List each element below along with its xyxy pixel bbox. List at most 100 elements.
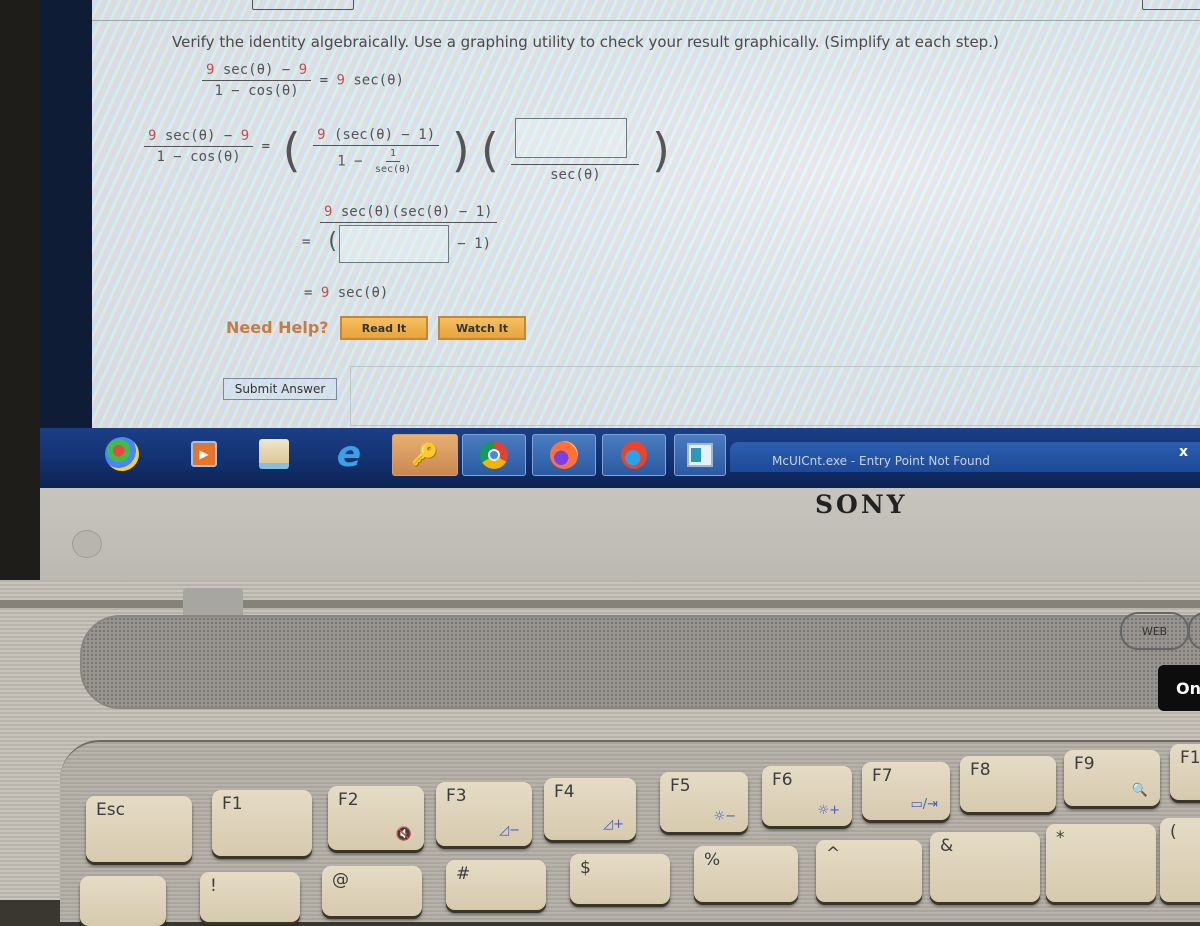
key-f9[interactable]: F9 🔍 [1064, 750, 1160, 806]
volume-down-icon: ◿− [499, 823, 520, 838]
media-player-icon: ▶ [191, 441, 217, 467]
key-8[interactable]: * [1046, 824, 1156, 902]
close-icon[interactable]: x [1179, 444, 1188, 460]
brightness-down-icon: ☼− [713, 809, 736, 824]
windows-taskbar: ▶ e 🔑 McUICnt.exe - Entry Point Not Foun… [40, 428, 1200, 488]
inner-den: sec(θ) [374, 163, 412, 175]
denominator: 1 − cos(θ) [156, 149, 241, 165]
watch-it-button[interactable]: Watch It [438, 316, 526, 340]
factor2-numerator-answer-box[interactable] [515, 118, 628, 158]
inner-fraction: 1 sec(θ) [371, 148, 415, 175]
const: 9 [298, 62, 308, 78]
firefox-dev-icon [621, 441, 647, 469]
inner-num: 1 [386, 148, 401, 162]
media-player-button[interactable]: ▶ [180, 434, 228, 474]
den-lead: 1 − [337, 153, 363, 169]
key-label: Esc [96, 800, 125, 820]
notification-title: McUICnt.exe - Entry Point Not Found [772, 454, 990, 468]
webassign-page: Verify the identity algebraically. Use a… [92, 0, 1200, 430]
key-f8[interactable]: F8 [960, 756, 1056, 812]
submit-feedback-area [350, 366, 1200, 426]
read-it-button[interactable]: Read It [340, 316, 428, 340]
key-3[interactable]: # [446, 860, 546, 910]
key-f7[interactable]: F7 ▭/⇥ [862, 762, 950, 820]
key-label: F8 [970, 760, 991, 780]
equals-sign: = [304, 285, 313, 301]
key-esc[interactable]: Esc [86, 796, 192, 862]
key-label: F5 [670, 776, 691, 796]
key-f2[interactable]: F2 🔇 [328, 786, 424, 850]
coef: 9 [317, 126, 326, 143]
top-button-right[interactable] [1142, 0, 1200, 10]
need-help-label: Need Help? [226, 318, 329, 337]
identity-lhs-fraction: 9 sec(θ) − 9 1 − cos(θ) [202, 62, 312, 99]
key-label: ^ [826, 844, 841, 864]
firefox-dev-button[interactable] [602, 434, 666, 476]
top-button-left[interactable] [252, 0, 354, 10]
key-1[interactable]: ! [200, 872, 300, 922]
submit-answer-button[interactable]: Submit Answer [223, 378, 337, 400]
key-9[interactable]: ( [1160, 818, 1200, 902]
keys-icon: 🔑 [411, 442, 439, 468]
action-center-button[interactable] [674, 434, 726, 476]
num-mid: sec(θ) − [156, 128, 241, 144]
key-f4[interactable]: F4 ◿+ [544, 778, 636, 840]
key-2[interactable]: @ [322, 866, 422, 916]
sony-logo: SONY [815, 490, 908, 519]
key-label: & [940, 836, 954, 856]
step1-rhs: ( 9 (sec(θ) − 1) 1 − 1 sec(θ) )( sec(θ) ) [277, 118, 676, 183]
volume-up-icon: ◿+ [603, 817, 624, 832]
key-label: F1 [222, 794, 243, 814]
key-label: ! [210, 876, 217, 896]
windows-logo-icon [105, 437, 139, 471]
chrome-icon [480, 441, 508, 469]
key-7[interactable]: & [930, 832, 1040, 902]
rhs-rest: sec(θ) [344, 72, 404, 89]
key-5[interactable]: % [694, 846, 798, 902]
action-center-icon [687, 443, 713, 467]
key-label: F6 [772, 770, 793, 790]
factor1-fraction: 9 (sec(θ) − 1) 1 − 1 sec(θ) [313, 126, 440, 175]
equals-sign: = [261, 138, 271, 155]
keys-app-button[interactable]: 🔑 [392, 434, 458, 476]
key-f5[interactable]: F5 ☼− [660, 772, 748, 832]
step2-denominator-answer-box[interactable] [338, 225, 449, 263]
step2-fraction: 9 sec(θ)(sec(θ) − 1) ( − 1) [320, 204, 497, 263]
key-f3[interactable]: F3 ◿− [436, 782, 532, 846]
web-button[interactable]: WEB [1120, 612, 1189, 650]
chrome-button[interactable] [462, 434, 526, 476]
key-label: # [456, 864, 471, 884]
firefox-icon [550, 441, 578, 469]
display-switch-icon: ▭/⇥ [910, 797, 938, 812]
num-rest: (sec(θ) − 1) [325, 126, 436, 143]
key-label: F9 [1074, 754, 1095, 774]
key-label: F4 [554, 782, 575, 802]
key-6[interactable]: ^ [816, 840, 922, 902]
key-f1[interactable]: F1 [212, 790, 312, 856]
start-button[interactable] [98, 434, 146, 474]
key-f10[interactable]: F10 [1170, 744, 1200, 800]
key-backtick[interactable] [80, 876, 166, 926]
folder-icon [259, 439, 289, 469]
hinge [0, 600, 1200, 608]
page-top-bar [92, 0, 1200, 21]
key-label: % [704, 850, 721, 870]
num-mid: sec(θ) − [214, 62, 299, 78]
firefox-button[interactable] [532, 434, 596, 476]
key-label: F10 [1180, 748, 1200, 768]
file-explorer-button[interactable] [250, 434, 298, 474]
key-4[interactable]: $ [570, 854, 670, 904]
denominator: 1 − cos(θ) [214, 83, 299, 99]
error-notification-window[interactable]: McUICnt.exe - Entry Point Not Found x [730, 442, 1200, 472]
key-label: ( [1170, 822, 1177, 842]
internet-explorer-button[interactable]: e [325, 434, 373, 475]
step2: = 9 sec(θ)(sec(θ) − 1) ( − 1) [302, 204, 497, 263]
key-label: * [1056, 828, 1065, 848]
factor2-denominator: sec(θ) [550, 167, 601, 183]
rhs-coef: 9 [336, 72, 345, 89]
key-label: F7 [872, 766, 893, 786]
question-text: Verify the identity algebraically. Use a… [172, 33, 999, 51]
brightness-up-icon: ☼+ [817, 803, 840, 818]
key-f6[interactable]: F6 ☼+ [762, 766, 852, 826]
step1-lhs: 9 sec(θ) − 9 1 − cos(θ) = [144, 128, 270, 165]
